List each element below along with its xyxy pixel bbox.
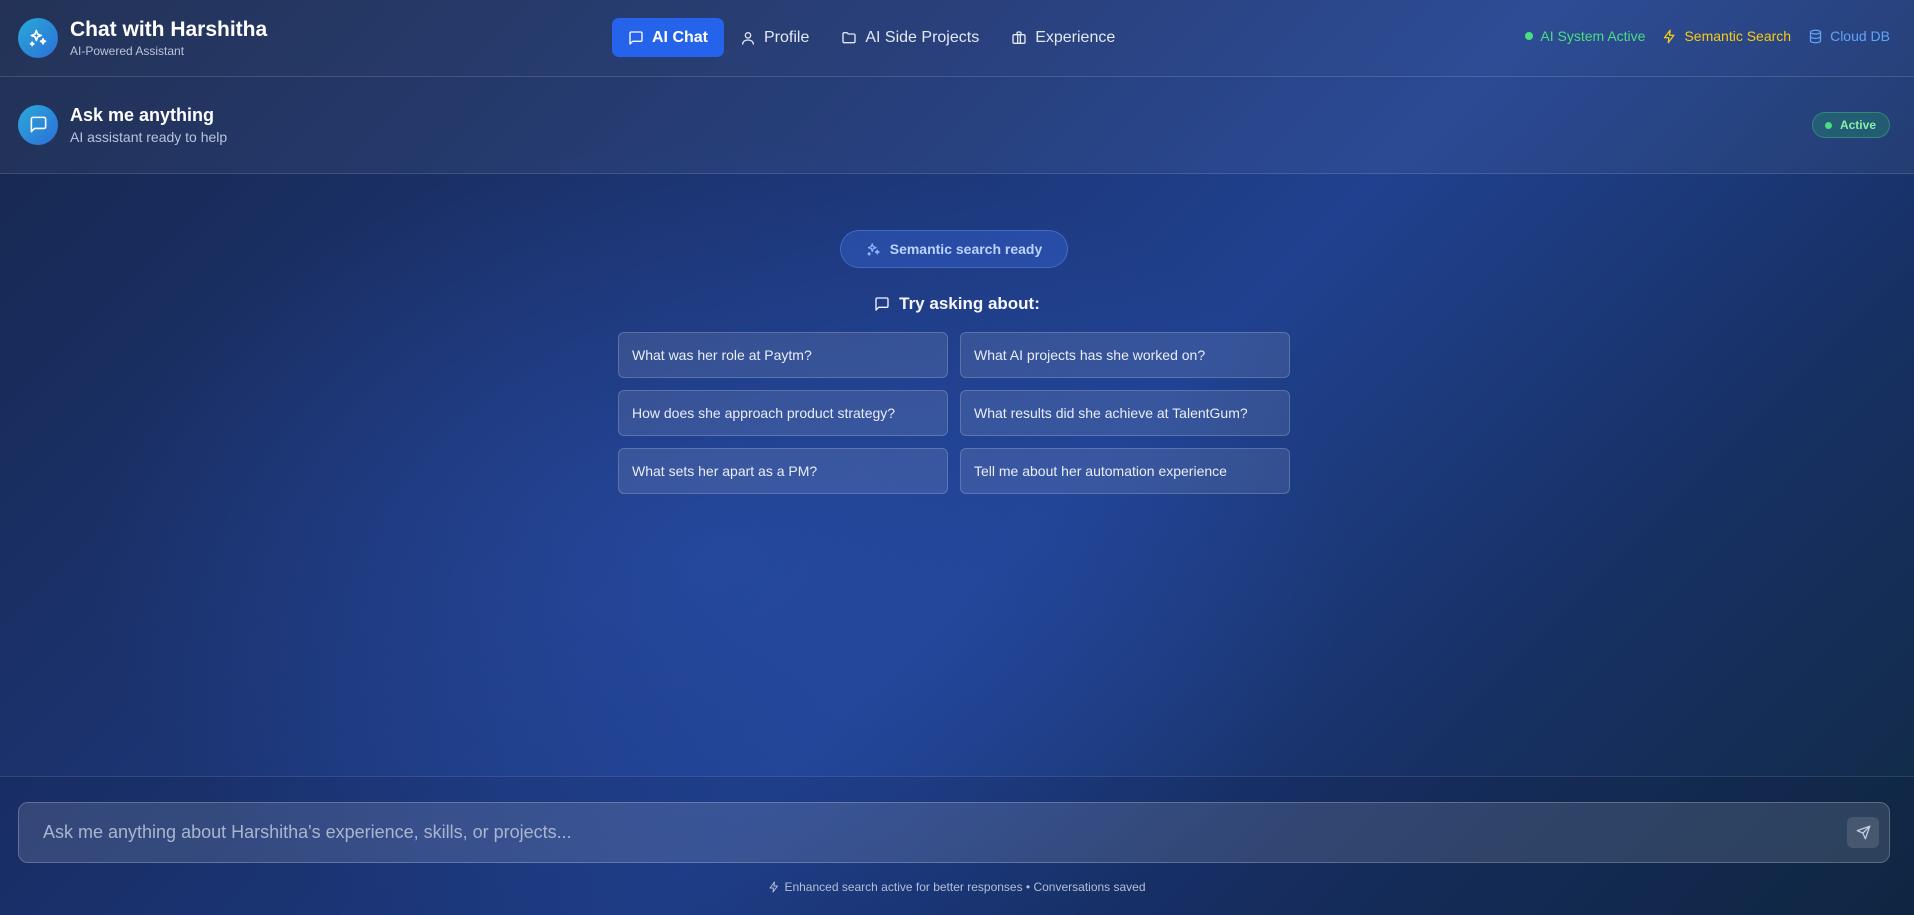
footer-note: Enhanced search active for better respon… xyxy=(0,880,1914,894)
try-asking-heading: Try asking about: xyxy=(0,294,1914,314)
suggestion-button[interactable]: Tell me about her automation experience xyxy=(960,448,1290,494)
nav-tab-label: Profile xyxy=(764,28,810,46)
chat-bubble-icon xyxy=(18,104,58,145)
app-title: Chat with Harshitha xyxy=(70,18,268,41)
badge-dot xyxy=(1824,121,1832,129)
status-dot xyxy=(1525,32,1534,40)
message-icon xyxy=(628,30,644,46)
bolt-icon xyxy=(1662,29,1677,44)
footer-note-text: Enhanced search active for better respon… xyxy=(784,880,1146,894)
brand[interactable]: Chat with Harshitha AI-Powered Assistant xyxy=(18,18,267,58)
nav-tab-ai-side-projects[interactable]: AI Side Projects xyxy=(825,18,995,57)
message-icon xyxy=(874,296,890,312)
system-status: AI System Active Semantic Search Cloud D… xyxy=(1508,28,1890,44)
nav-tab-profile[interactable]: Profile xyxy=(724,18,825,57)
status-ai-system-label: AI System Active xyxy=(1540,28,1646,44)
chat-input[interactable] xyxy=(19,803,1819,862)
suggestion-button[interactable]: What AI projects has she worked on? xyxy=(960,332,1290,378)
status-badge-label: Active xyxy=(1839,118,1876,132)
sparkles-icon xyxy=(18,18,58,58)
composer-area: Enhanced search active for better respon… xyxy=(0,776,1914,915)
status-semantic-search-label: Semantic Search xyxy=(1684,28,1792,44)
nav-tab-experience[interactable]: Experience xyxy=(995,18,1131,57)
suggestion-button[interactable]: What results did she achieve at TalentGu… xyxy=(960,390,1290,436)
send-button[interactable] xyxy=(1847,817,1879,848)
chat-header: Ask me anything AI assistant ready to he… xyxy=(0,77,1914,174)
status-badge: Active xyxy=(1811,112,1890,138)
chat-subtitle: AI assistant ready to help xyxy=(70,129,228,145)
nav-tab-ai-chat[interactable]: AI Chat xyxy=(612,18,724,57)
semantic-search-ready-label: Semantic search ready xyxy=(889,241,1043,257)
nav-tab-label: Experience xyxy=(1035,28,1116,46)
chat-title: Ask me anything xyxy=(70,105,215,125)
suggestion-button[interactable]: How does she approach product strategy? xyxy=(618,390,948,436)
status-cloud-db: Cloud DB xyxy=(1808,28,1890,44)
sparkles-icon xyxy=(866,242,881,257)
app-subtitle: AI-Powered Assistant xyxy=(70,44,185,58)
nav-tab-label: AI Chat xyxy=(652,28,708,46)
suggestion-grid: What was her role at Paytm? What AI proj… xyxy=(618,332,1290,494)
status-semantic-search: Semantic Search xyxy=(1662,28,1791,44)
try-asking-label: Try asking about: xyxy=(899,294,1040,313)
status-cloud-db-label: Cloud DB xyxy=(1830,28,1890,44)
top-bar: Chat with Harshitha AI-Powered Assistant… xyxy=(0,0,1914,77)
send-icon xyxy=(1856,825,1871,840)
chat-input-box xyxy=(18,802,1890,863)
main-nav: AI Chat Profile AI Side Projects Experie… xyxy=(612,18,1131,57)
database-icon xyxy=(1808,29,1823,44)
suggestion-button[interactable]: What sets her apart as a PM? xyxy=(618,448,948,494)
briefcase-icon xyxy=(1011,30,1027,46)
nav-tab-label: AI Side Projects xyxy=(865,28,980,46)
bolt-icon xyxy=(768,881,780,893)
suggestion-button[interactable]: What was her role at Paytm? xyxy=(618,332,948,378)
user-icon xyxy=(740,30,756,46)
status-ai-system: AI System Active xyxy=(1525,28,1645,44)
semantic-search-ready-pill: Semantic search ready xyxy=(840,230,1068,268)
folder-icon xyxy=(841,30,857,46)
